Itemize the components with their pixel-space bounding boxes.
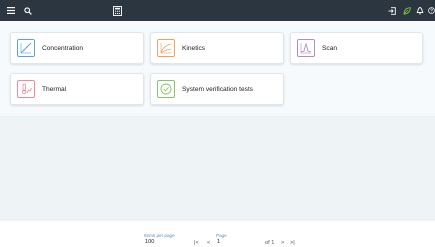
tile-concentration[interactable]: Concentration [10, 32, 144, 64]
next-page-button[interactable]: > [281, 240, 284, 246]
top-bar [0, 0, 435, 21]
tile-system-verification-tests[interactable]: System verification tests [150, 73, 284, 105]
page-input[interactable]: 1 [217, 239, 220, 245]
tile-label: Concentration [42, 44, 84, 52]
tile-scan[interactable]: Scan [290, 32, 423, 64]
tile-label: Thermal [42, 85, 67, 93]
main-content: Concentration Kinetics Scan Thermal Syst [0, 21, 435, 221]
calculator-icon[interactable] [111, 0, 123, 21]
help-icon[interactable] [427, 0, 435, 21]
bell-icon[interactable] [414, 0, 425, 21]
hamburger-menu-icon[interactable] [5, 0, 16, 21]
page-of-total: of 1 [265, 240, 275, 246]
leaf-icon[interactable] [401, 0, 412, 21]
items-per-page-select[interactable]: 100 [145, 239, 154, 245]
tile-label: Scan [322, 44, 338, 52]
prev-page-button[interactable]: < [207, 240, 210, 246]
tile-thermal[interactable]: Thermal [10, 73, 144, 105]
check-circle-icon [157, 80, 175, 98]
first-page-button[interactable]: |< [194, 240, 199, 246]
tile-kinetics[interactable]: Kinetics [150, 32, 284, 64]
scan-icon [297, 39, 315, 57]
tile-label: Kinetics [182, 44, 206, 52]
thermal-icon [17, 80, 35, 98]
pagination-bar: Items per page 100 |< < Page 1 of 1 > >| [0, 221, 435, 247]
items-per-page-label: Items per page [144, 233, 175, 238]
tile-label: System verification tests [182, 85, 254, 93]
last-page-button[interactable]: >| [290, 240, 295, 246]
page-label: Page [216, 233, 227, 238]
sign-in-icon[interactable] [386, 0, 397, 21]
search-icon[interactable] [22, 0, 33, 21]
concentration-icon [17, 39, 35, 57]
tiles-area: Concentration Kinetics Scan Thermal Syst [0, 21, 435, 116]
kinetics-icon [157, 39, 175, 57]
